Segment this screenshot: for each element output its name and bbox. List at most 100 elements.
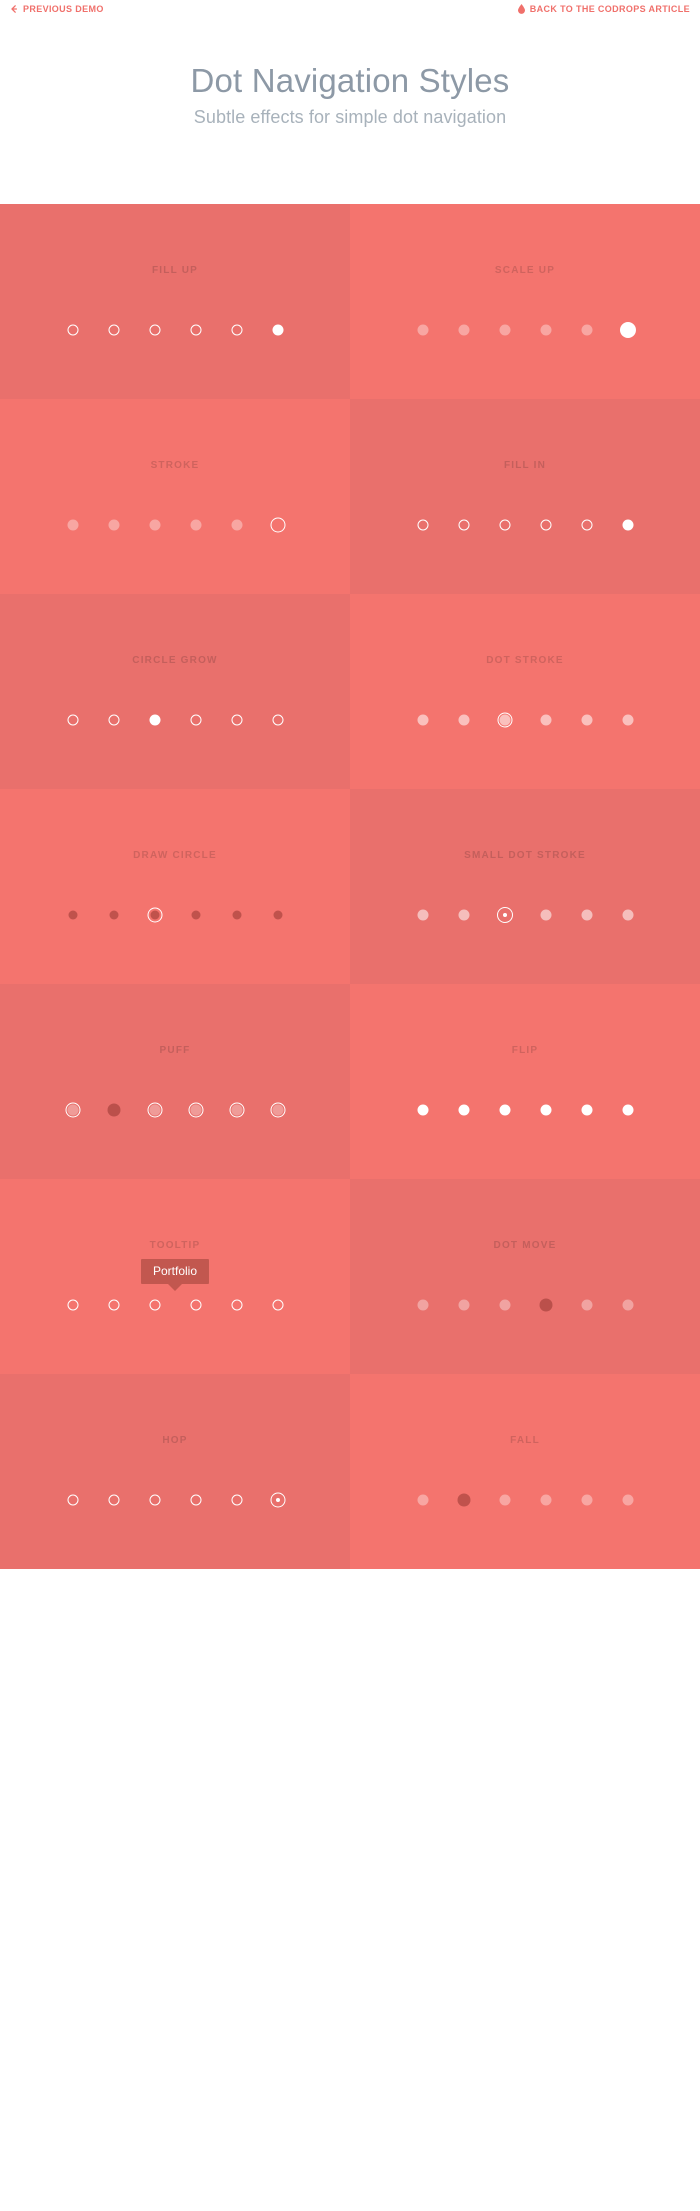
nav-dot[interactable]	[105, 516, 123, 534]
nav-dot-active[interactable]	[496, 711, 514, 729]
nav-dot[interactable]	[578, 1296, 596, 1314]
nav-dot-active[interactable]	[105, 1101, 123, 1119]
nav-dot[interactable]	[187, 1296, 205, 1314]
nav-dot-active[interactable]	[269, 516, 287, 534]
nav-dot[interactable]	[105, 1491, 123, 1509]
dot-shape	[147, 907, 162, 923]
nav-dot-active[interactable]	[496, 906, 514, 924]
nav-dot[interactable]	[455, 1101, 473, 1119]
nav-dot[interactable]	[455, 906, 473, 924]
nav-dot-active[interactable]	[619, 321, 637, 339]
demo-cell-title: Fill up	[152, 265, 198, 276]
nav-dot[interactable]	[414, 321, 432, 339]
nav-dot[interactable]	[187, 516, 205, 534]
nav-dot[interactable]	[228, 711, 246, 729]
nav-dot[interactable]	[619, 1491, 637, 1509]
nav-dot[interactable]	[578, 711, 596, 729]
nav-dot[interactable]	[414, 1296, 432, 1314]
demo-cell-fill-in: Fill in	[350, 399, 700, 594]
arrow-left-icon	[10, 5, 18, 13]
back-to-article-link[interactable]: Back to the Codrops article	[517, 4, 690, 14]
nav-dot-active[interactable]	[146, 711, 164, 729]
nav-dot[interactable]	[105, 711, 123, 729]
nav-dot[interactable]	[537, 516, 555, 534]
nav-dot[interactable]	[414, 906, 432, 924]
nav-dot[interactable]	[228, 906, 246, 924]
nav-dot[interactable]	[64, 321, 82, 339]
nav-dot[interactable]	[619, 1296, 637, 1314]
nav-dot[interactable]	[269, 711, 287, 729]
dot-navigation	[0, 513, 350, 537]
nav-dot[interactable]	[187, 1101, 205, 1119]
nav-dot[interactable]	[187, 321, 205, 339]
nav-dot[interactable]	[496, 1101, 514, 1119]
nav-dot[interactable]	[455, 711, 473, 729]
nav-dot[interactable]	[228, 1491, 246, 1509]
nav-dot[interactable]	[619, 711, 637, 729]
nav-dot[interactable]	[146, 1491, 164, 1509]
nav-dot[interactable]	[105, 1296, 123, 1314]
nav-dot[interactable]	[496, 1296, 514, 1314]
nav-dot[interactable]	[146, 1101, 164, 1119]
nav-dot[interactable]	[619, 906, 637, 924]
nav-dot[interactable]	[496, 516, 514, 534]
nav-dot[interactable]	[537, 1491, 555, 1509]
nav-dot[interactable]	[414, 1491, 432, 1509]
nav-dot-active[interactable]	[455, 1491, 473, 1509]
nav-dot[interactable]	[269, 906, 287, 924]
nav-dot-active[interactable]	[537, 1296, 555, 1314]
nav-dot[interactable]	[578, 1491, 596, 1509]
nav-dot[interactable]	[455, 1296, 473, 1314]
nav-dot[interactable]	[269, 1296, 287, 1314]
dot-shape	[108, 324, 119, 336]
nav-dot[interactable]	[146, 321, 164, 339]
nav-dot[interactable]	[228, 1296, 246, 1314]
nav-dot[interactable]	[64, 1101, 82, 1119]
nav-dot-active[interactable]	[269, 321, 287, 339]
nav-dot-active[interactable]	[146, 1296, 164, 1314]
dot-navigation	[350, 708, 700, 732]
previous-demo-label: Previous demo	[23, 4, 104, 14]
previous-demo-link[interactable]: Previous demo	[10, 4, 104, 14]
dot-navigation	[0, 903, 350, 927]
nav-dot[interactable]	[64, 906, 82, 924]
dot-shape	[540, 324, 551, 336]
nav-dot[interactable]	[414, 711, 432, 729]
nav-dot[interactable]	[537, 711, 555, 729]
nav-dot-active[interactable]	[146, 906, 164, 924]
nav-dot[interactable]	[187, 906, 205, 924]
nav-dot[interactable]	[228, 1101, 246, 1119]
nav-dot[interactable]	[414, 516, 432, 534]
nav-dot[interactable]	[537, 1101, 555, 1119]
nav-dot[interactable]	[228, 321, 246, 339]
nav-dot[interactable]	[455, 516, 473, 534]
nav-dot[interactable]	[619, 1101, 637, 1119]
dot-shape	[540, 519, 551, 531]
nav-dot[interactable]	[537, 321, 555, 339]
nav-dot[interactable]	[455, 321, 473, 339]
nav-dot[interactable]	[578, 1101, 596, 1119]
nav-dot[interactable]	[64, 1296, 82, 1314]
nav-dot-active[interactable]	[414, 1101, 432, 1119]
dot-navigation	[0, 708, 350, 732]
nav-dot[interactable]	[64, 1491, 82, 1509]
nav-dot[interactable]	[228, 516, 246, 534]
dot-shape	[458, 324, 469, 336]
nav-dot[interactable]	[146, 516, 164, 534]
nav-dot[interactable]	[496, 321, 514, 339]
dot-shape	[540, 714, 551, 726]
nav-dot[interactable]	[496, 1491, 514, 1509]
nav-dot-active[interactable]	[269, 1491, 287, 1509]
nav-dot[interactable]	[578, 516, 596, 534]
nav-dot-active[interactable]	[619, 516, 637, 534]
nav-dot[interactable]	[64, 711, 82, 729]
nav-dot[interactable]	[105, 321, 123, 339]
nav-dot[interactable]	[269, 1101, 287, 1119]
nav-dot[interactable]	[64, 516, 82, 534]
nav-dot[interactable]	[105, 906, 123, 924]
nav-dot[interactable]	[578, 906, 596, 924]
nav-dot[interactable]	[537, 906, 555, 924]
nav-dot[interactable]	[187, 711, 205, 729]
nav-dot[interactable]	[578, 321, 596, 339]
nav-dot[interactable]	[187, 1491, 205, 1509]
